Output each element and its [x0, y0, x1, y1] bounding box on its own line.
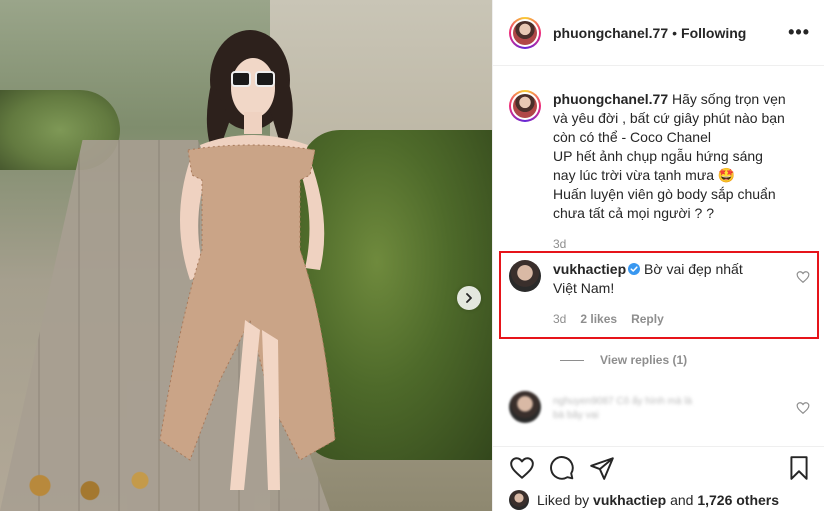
comments-section: phuongchanel.77 Hãy sống trọn vẹn và yêu… — [493, 66, 824, 446]
commenter-username[interactable]: vukhactiep — [553, 261, 626, 277]
author-avatar[interactable] — [509, 16, 541, 49]
view-replies-label: View replies (1) — [600, 353, 688, 367]
verified-icon — [628, 263, 641, 275]
post-header: phuongchanel.77 • Following ••• — [493, 0, 824, 66]
comment-vukhactiep: vukhactiep Bờ vai đẹp nhất Việt Nam! 3d … — [493, 260, 824, 329]
post-sidebar: phuongchanel.77 • Following ••• phuongchan… — [492, 0, 824, 511]
share-icon[interactable] — [589, 455, 615, 481]
carousel-next-button[interactable] — [457, 286, 481, 310]
blurred-text-1: nghuyen9087 Cô ấy hình mà là — [553, 396, 692, 407]
comment-text-2: Việt Nam! — [553, 280, 615, 296]
liker-avatar[interactable] — [509, 489, 529, 510]
following-button[interactable]: Following — [681, 25, 746, 41]
caption-line-4: nay lúc trời vừa tạnh mưa 🤩 — [553, 167, 736, 183]
commenter-avatar[interactable] — [509, 260, 541, 292]
likes-prefix: Liked by — [537, 491, 590, 508]
view-replies-line — [560, 359, 584, 361]
comment-heart-icon[interactable] — [796, 270, 810, 284]
caption-line-1: và yêu đời , bất cứ giây phút nào bạn — [553, 110, 785, 126]
reply-button[interactable]: Reply — [631, 310, 664, 329]
caption-line-2: còn có thể - Coco Chanel — [553, 129, 711, 145]
likes-conjunction: and — [670, 491, 694, 508]
caption-line-6: chưa tất cả mọi người ? ? — [553, 205, 714, 221]
caption-username[interactable]: phuongchanel.77 — [553, 91, 668, 107]
comment-icon[interactable] — [549, 455, 575, 481]
photo-woman-figure — [159, 30, 336, 490]
likes-others[interactable]: 1,726 others — [697, 492, 779, 508]
likes-summary: Liked by vukhactiep and 1,726 others — [493, 488, 824, 511]
comment-likes[interactable]: 2 likes — [580, 310, 617, 329]
comment-line-1: vukhactiep Bờ vai đẹp nhất — [553, 260, 788, 279]
heart-icon[interactable] — [509, 455, 535, 481]
chevron-right-icon — [466, 293, 472, 303]
blurred-heart-icon[interactable] — [796, 401, 810, 415]
view-replies-button[interactable]: View replies (1) — [560, 353, 687, 367]
comment-time[interactable]: 3d — [553, 310, 566, 329]
caption-line-3: UP hết ảnh chụp ngẫu hứng sáng — [553, 148, 763, 164]
caption-line-0: phuongchanel.77 Hãy sống trọn vẹn — [553, 91, 786, 107]
action-bar — [493, 446, 824, 488]
author-username[interactable]: phuongchanel.77 — [553, 25, 668, 41]
blurred-text-2: bà bây vai — [553, 410, 599, 421]
post-photo[interactable] — [0, 0, 492, 511]
caption-line-5: Huấn luyện viên gò body sắp chuẩn — [553, 186, 776, 202]
comment-text-1: Bờ vai đẹp nhất — [644, 261, 743, 277]
liker-username[interactable]: vukhactiep — [593, 492, 666, 508]
caption-avatar[interactable] — [509, 90, 541, 122]
caption: phuongchanel.77 Hãy sống trọn vẹn và yêu… — [493, 66, 824, 254]
blurred-avatar[interactable] — [509, 391, 541, 423]
more-icon[interactable]: ••• — [788, 22, 810, 43]
bookmark-icon[interactable] — [786, 455, 812, 481]
comment-blurred: nghuyen9087 Cô ấy hình mà là bà bây vai — [493, 391, 824, 423]
header-separator: • — [672, 24, 678, 41]
